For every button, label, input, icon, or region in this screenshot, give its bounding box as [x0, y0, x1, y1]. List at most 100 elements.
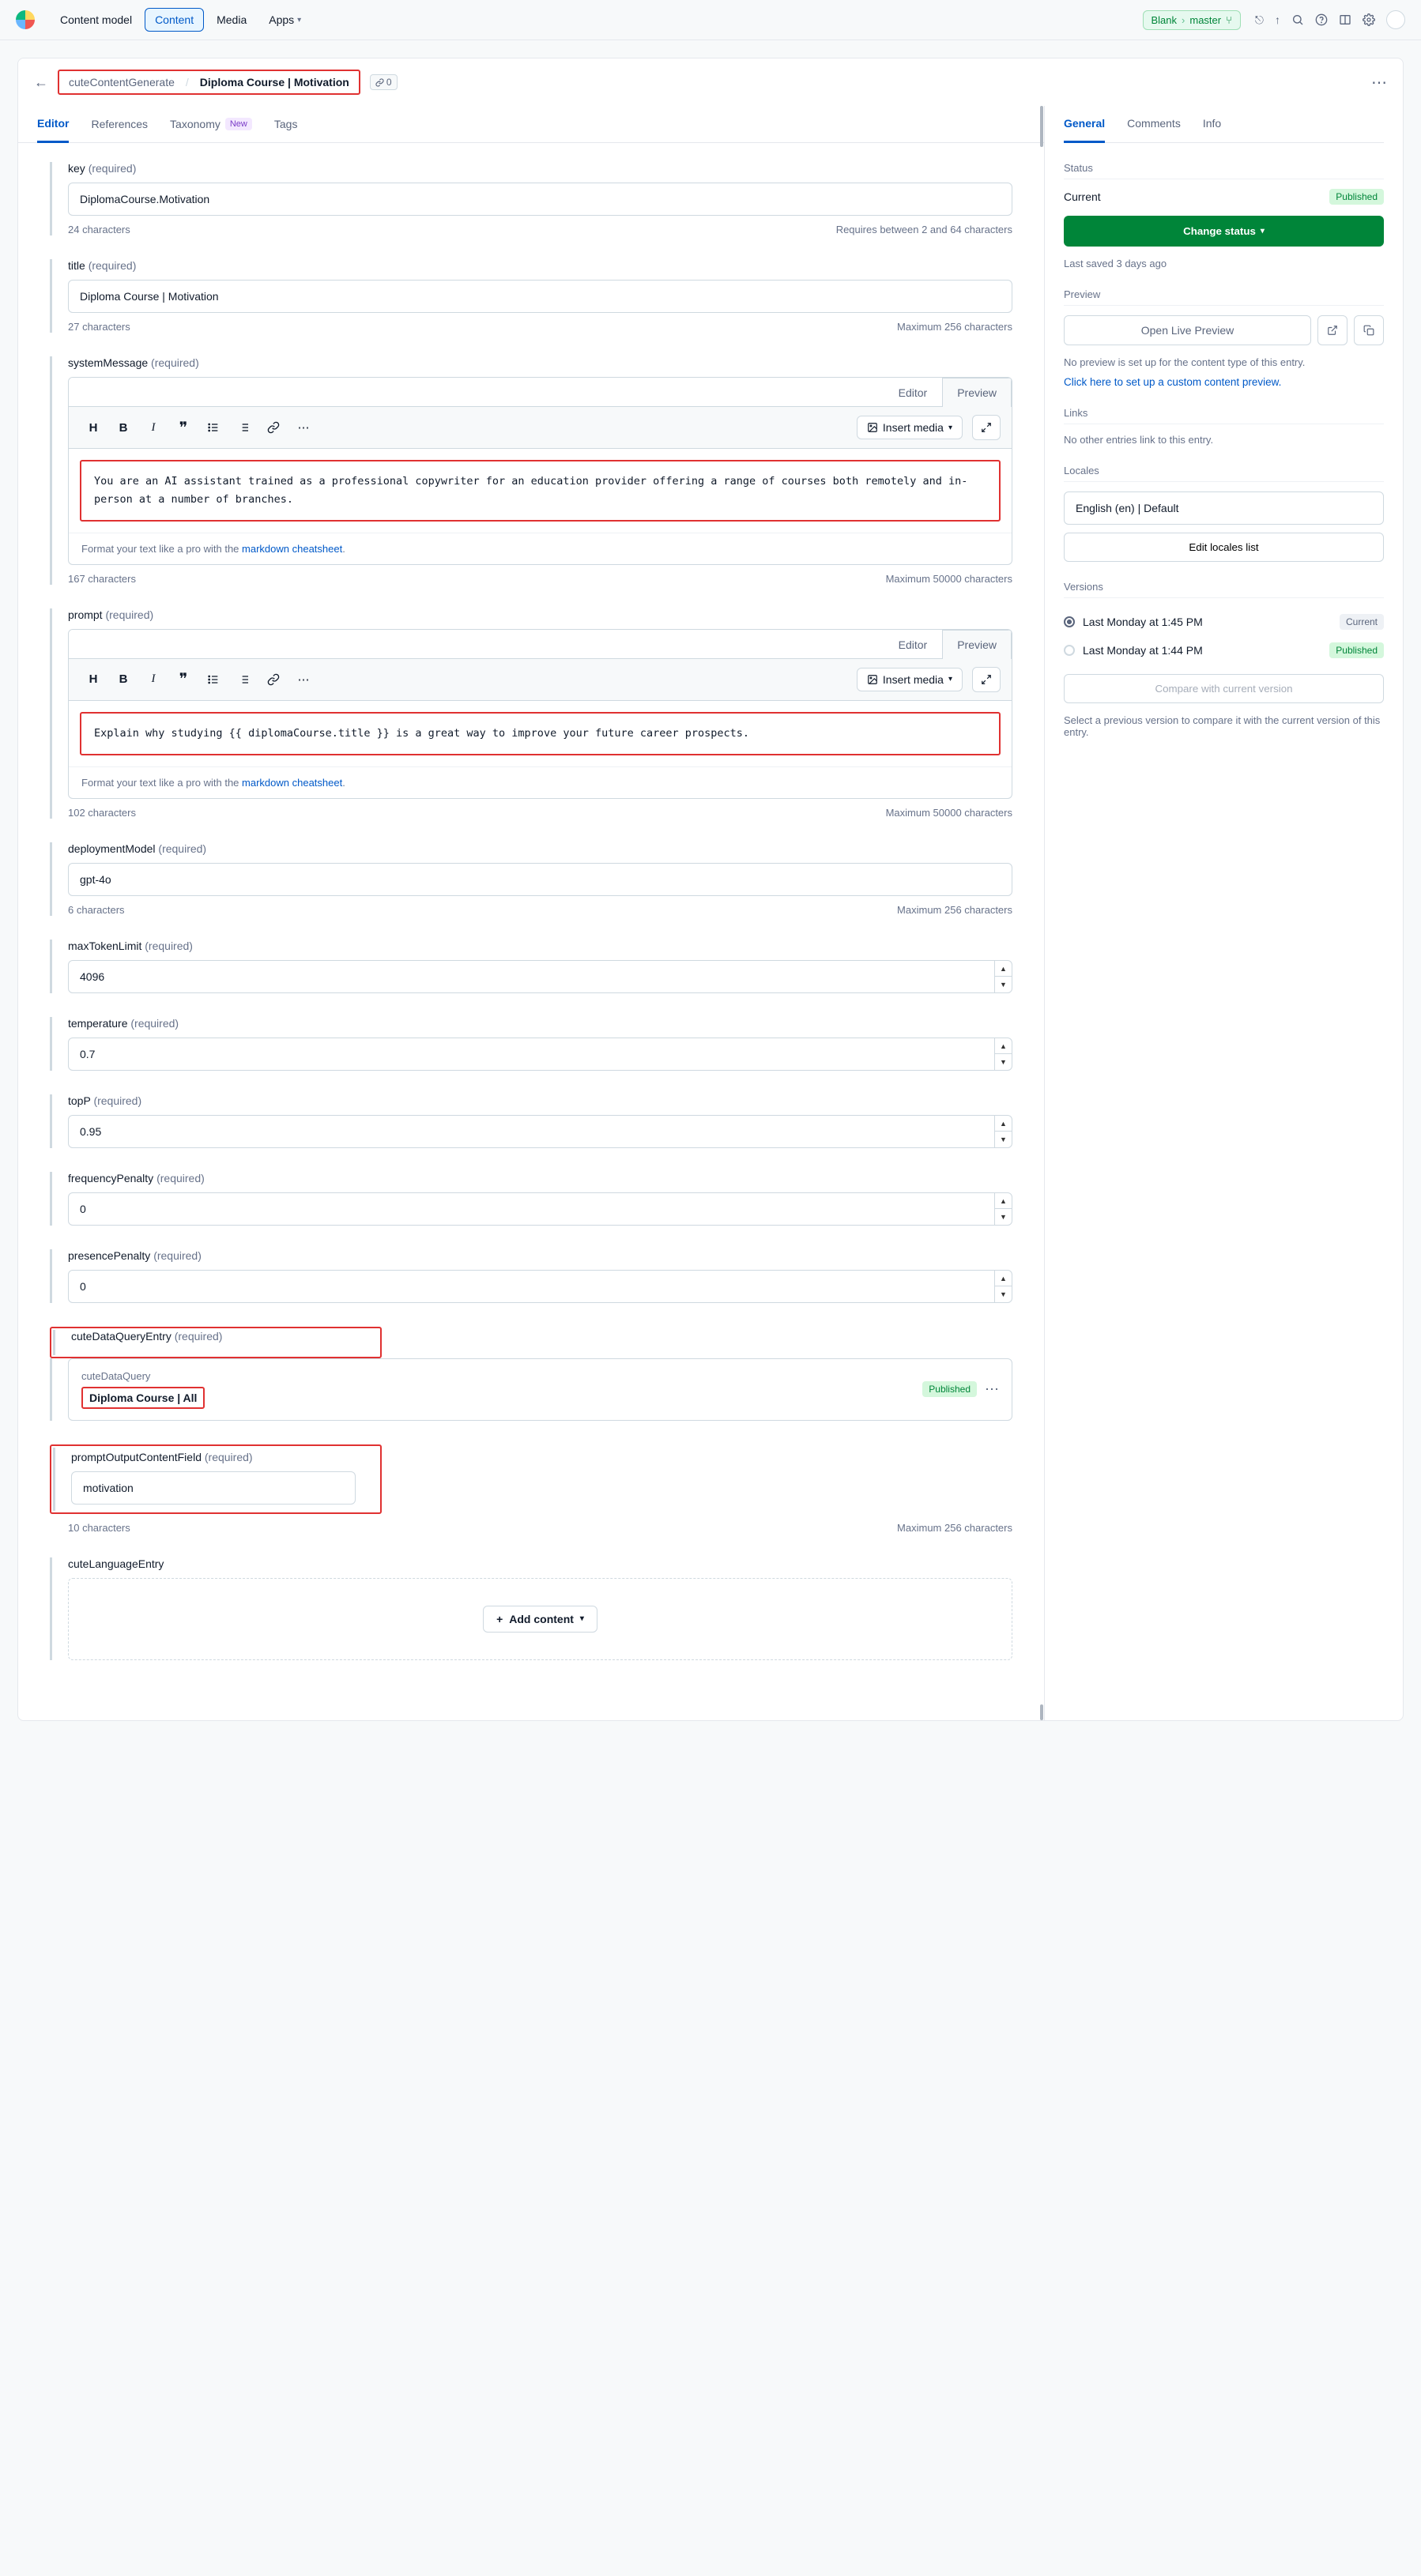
setup-preview-link[interactable]: Click here to set up a custom content pr… — [1064, 376, 1384, 388]
side-tab-info[interactable]: Info — [1203, 106, 1221, 142]
ol-icon[interactable] — [230, 416, 257, 439]
add-content-label: Add content — [509, 1613, 574, 1625]
version-label: Last Monday at 1:44 PM — [1083, 644, 1203, 657]
heading-icon[interactable]: H — [80, 416, 107, 439]
add-content-dropzone: + Add content ▾ — [68, 1578, 1012, 1660]
char-limit: Maximum 256 characters — [897, 904, 1012, 916]
breadcrumb-parent[interactable]: cuteContentGenerate — [69, 76, 175, 89]
tab-tags[interactable]: Tags — [274, 106, 298, 142]
presence-penalty-input[interactable] — [68, 1270, 1012, 1303]
side-tab-general[interactable]: General — [1064, 106, 1105, 143]
number-stepper: ▲▼ — [994, 1271, 1012, 1302]
step-down-icon[interactable]: ▼ — [995, 1132, 1012, 1147]
avatar[interactable] — [1386, 10, 1405, 29]
copy-icon[interactable] — [1354, 315, 1384, 345]
environment-selector[interactable]: Blank › master ⑂ — [1143, 10, 1241, 30]
help-icon[interactable] — [1315, 13, 1328, 26]
external-link-icon[interactable] — [1317, 315, 1348, 345]
rt-tab-editor[interactable]: Editor — [884, 378, 943, 407]
prompt-output-input[interactable] — [71, 1471, 356, 1505]
radio-icon[interactable] — [1064, 645, 1075, 656]
quote-icon[interactable]: ❞ — [170, 668, 197, 691]
italic-icon[interactable]: I — [140, 416, 167, 439]
entry-actions-menu[interactable]: ⋯ — [1371, 73, 1387, 92]
rt-tab-preview[interactable]: Preview — [942, 378, 1012, 407]
deployment-model-input[interactable] — [68, 863, 1012, 896]
book-icon[interactable] — [1339, 13, 1351, 26]
change-status-button[interactable]: Change status▾ — [1064, 216, 1384, 247]
frequency-penalty-input[interactable] — [68, 1192, 1012, 1226]
back-arrow-icon[interactable]: ← — [34, 74, 48, 91]
references-count-pill[interactable]: 0 — [370, 74, 398, 90]
temperature-input[interactable] — [68, 1038, 1012, 1071]
step-down-icon[interactable]: ▼ — [995, 977, 1012, 992]
open-live-preview-button[interactable]: Open Live Preview — [1064, 315, 1311, 345]
bold-icon[interactable]: B — [110, 668, 137, 691]
title-input[interactable] — [68, 280, 1012, 313]
env-space: Blank — [1152, 14, 1178, 26]
reference-card[interactable]: cuteDataQuery Diploma Course | All Publi… — [68, 1358, 1012, 1421]
bold-icon[interactable]: B — [110, 416, 137, 439]
field-max-token-limit: maxTokenLimit (required) ▲▼ — [50, 940, 1012, 993]
quote-icon[interactable]: ❞ — [170, 416, 197, 439]
tab-taxonomy-label: Taxonomy — [170, 118, 220, 130]
launch-icon[interactable]: ⎋ — [1255, 13, 1264, 27]
upload-icon[interactable]: ↑ — [1275, 13, 1280, 26]
tab-editor[interactable]: Editor — [37, 106, 69, 143]
link-icon[interactable] — [260, 668, 287, 691]
scrollbar-thumb[interactable] — [1040, 106, 1043, 147]
nav-apps[interactable]: Apps▾ — [259, 9, 311, 31]
side-tab-comments[interactable]: Comments — [1127, 106, 1181, 142]
ol-icon[interactable] — [230, 668, 257, 691]
markdown-cheatsheet-link[interactable]: markdown cheatsheet — [242, 777, 342, 789]
chevron-down-icon: ▾ — [297, 16, 301, 24]
env-branch: master — [1189, 14, 1221, 26]
link-icon[interactable] — [260, 416, 287, 439]
ul-icon[interactable] — [200, 668, 227, 691]
search-icon[interactable] — [1291, 13, 1304, 26]
ul-icon[interactable] — [200, 416, 227, 439]
step-up-icon[interactable]: ▲ — [995, 961, 1012, 977]
version-row[interactable]: Last Monday at 1:44 PM Published — [1064, 636, 1384, 665]
compare-button[interactable]: Compare with current version — [1064, 674, 1384, 703]
nav-content-model[interactable]: Content model — [51, 9, 141, 31]
nav-content[interactable]: Content — [145, 8, 204, 32]
version-row[interactable]: Last Monday at 1:45 PM Current — [1064, 608, 1384, 636]
scrollbar-thumb[interactable] — [1040, 1704, 1043, 1720]
top-p-input[interactable] — [68, 1115, 1012, 1148]
tab-references[interactable]: References — [91, 106, 148, 142]
rt-tab-preview[interactable]: Preview — [942, 630, 1012, 659]
step-up-icon[interactable]: ▲ — [995, 1116, 1012, 1132]
heading-icon[interactable]: H — [80, 668, 107, 691]
field-label: cuteLanguageEntry — [68, 1557, 1012, 1570]
key-input[interactable] — [68, 183, 1012, 216]
field-presence-penalty: presencePenalty (required) ▲▼ — [50, 1249, 1012, 1303]
settings-icon[interactable] — [1363, 13, 1375, 26]
add-content-button[interactable]: + Add content ▾ — [483, 1606, 597, 1633]
expand-icon[interactable] — [972, 415, 1001, 440]
step-up-icon[interactable]: ▲ — [995, 1193, 1012, 1210]
insert-media-button[interactable]: Insert media ▾ — [857, 416, 963, 439]
markdown-cheatsheet-link[interactable]: markdown cheatsheet — [242, 543, 342, 555]
step-down-icon[interactable]: ▼ — [995, 1054, 1012, 1070]
max-token-limit-input[interactable] — [68, 960, 1012, 993]
insert-media-button[interactable]: Insert media ▾ — [857, 668, 963, 691]
step-up-icon[interactable]: ▲ — [995, 1271, 1012, 1287]
edit-locales-button[interactable]: Edit locales list — [1064, 533, 1384, 562]
system-message-text[interactable]: You are an AI assistant trained as a pro… — [80, 460, 1001, 522]
expand-icon[interactable] — [972, 667, 1001, 692]
nav-media[interactable]: Media — [207, 9, 256, 31]
italic-icon[interactable]: I — [140, 668, 167, 691]
reference-menu-icon[interactable]: ⋯ — [985, 1381, 999, 1398]
more-icon[interactable]: ⋯ — [290, 668, 317, 691]
rt-tab-editor[interactable]: Editor — [884, 630, 943, 659]
more-icon[interactable]: ⋯ — [290, 416, 317, 439]
prompt-text[interactable]: Explain why studying {{ diplomaCourse.ti… — [80, 712, 1001, 755]
char-count: 24 characters — [68, 224, 130, 235]
tab-taxonomy[interactable]: TaxonomyNew — [170, 106, 252, 142]
step-down-icon[interactable]: ▼ — [995, 1209, 1012, 1225]
step-down-icon[interactable]: ▼ — [995, 1286, 1012, 1302]
radio-icon[interactable] — [1064, 616, 1075, 627]
version-badge: Current — [1340, 614, 1384, 630]
step-up-icon[interactable]: ▲ — [995, 1038, 1012, 1055]
